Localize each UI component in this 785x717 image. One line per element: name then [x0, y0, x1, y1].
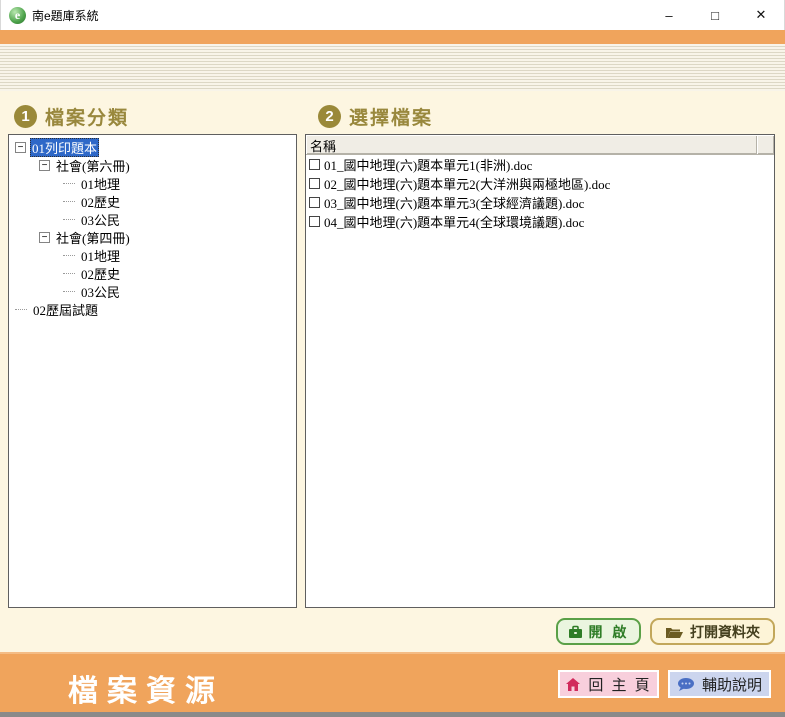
file-name-label: 03_國中地理(六)題本單元3(全球經濟議題).doc	[324, 193, 584, 212]
tree-connector	[63, 255, 75, 256]
file-name-label: 02_國中地理(六)題本單元2(大洋洲與兩極地區).doc	[324, 174, 610, 193]
tree-connector	[63, 219, 75, 220]
tree-item[interactable]: 02歷屆試題	[9, 300, 296, 318]
number-2-icon: 2	[318, 105, 341, 128]
list-header: 名稱	[306, 135, 774, 155]
help-button[interactable]: 輔助說明	[668, 670, 771, 698]
footer-title: 檔案資源	[68, 666, 224, 710]
tree-item-label[interactable]: 社會(第六冊)	[54, 156, 132, 175]
tree-item[interactable]: −社會(第四冊)	[9, 228, 296, 246]
tree-connector	[63, 291, 75, 292]
tree-item[interactable]: 02歷史	[9, 264, 296, 282]
open-folder-button-label: 打開資料夾	[690, 622, 760, 642]
title-bar: e 南e題庫系統 – □ ✕	[0, 0, 785, 30]
file-checkbox[interactable]	[309, 197, 320, 208]
home-button[interactable]: 回 主 頁	[558, 670, 659, 698]
file-checkbox[interactable]	[309, 216, 320, 227]
tree-item[interactable]: 03公民	[9, 210, 296, 228]
file-tree-panel: −01列印題本−社會(第六冊)01地理02歷史03公民−社會(第四冊)01地理0…	[8, 134, 297, 608]
tree-connector	[63, 183, 75, 184]
home-button-label: 回 主 頁	[588, 674, 651, 695]
file-name-label: 04_國中地理(六)題本單元4(全球環境議題).doc	[324, 212, 584, 231]
app-icon: e	[9, 7, 26, 24]
file-checkbox[interactable]	[309, 178, 320, 189]
tree-item-label[interactable]: 03公民	[79, 282, 122, 301]
tree-item-label[interactable]: 01列印題本	[30, 138, 99, 157]
open-button[interactable]: 開 啟	[556, 618, 641, 645]
tree-item[interactable]: 01地理	[9, 246, 296, 264]
file-list: 01_國中地理(六)題本單元1(非洲).doc02_國中地理(六)題本單元2(大…	[306, 155, 774, 231]
tree-item-label[interactable]: 01地理	[79, 174, 122, 193]
file-list-row[interactable]: 02_國中地理(六)題本單元2(大洋洲與兩極地區).doc	[306, 174, 774, 193]
file-list-panel: 名稱 01_國中地理(六)題本單元1(非洲).doc02_國中地理(六)題本單元…	[305, 134, 775, 608]
tree-item[interactable]: 01地理	[9, 174, 296, 192]
tree-item-label[interactable]: 02歷史	[79, 264, 122, 283]
tree-item[interactable]: −01列印題本	[9, 138, 296, 156]
minimize-button[interactable]: –	[646, 0, 692, 30]
section-title: 檔案分類	[45, 103, 129, 130]
file-list-row[interactable]: 03_國中地理(六)題本單元3(全球經濟議題).doc	[306, 193, 774, 212]
help-button-label: 輔助說明	[702, 674, 762, 695]
maximize-button[interactable]: □	[692, 0, 738, 30]
tree-connector	[63, 273, 75, 274]
close-button[interactable]: ✕	[738, 0, 784, 30]
tree-item[interactable]: 02歷史	[9, 192, 296, 210]
footer-button-row: 回 主 頁 輔助說明	[558, 670, 771, 698]
open-button-label: 開 啟	[589, 622, 630, 642]
file-tree: −01列印題本−社會(第六冊)01地理02歷史03公民−社會(第四冊)01地理0…	[9, 138, 296, 318]
name-column-header[interactable]: 名稱	[306, 135, 757, 154]
tree-item-label[interactable]: 02歷史	[79, 192, 122, 211]
footer-bar: 檔案資源 回 主 頁 輔助說明	[0, 652, 785, 712]
tree-connector	[63, 201, 75, 202]
section-header-classify: 1 檔案分類	[14, 103, 129, 130]
file-checkbox[interactable]	[309, 159, 320, 170]
list-header-spacer	[757, 135, 774, 154]
tree-item[interactable]: −社會(第六冊)	[9, 156, 296, 174]
striped-band	[0, 44, 785, 91]
briefcase-icon	[568, 625, 583, 639]
action-button-row: 開 啟 打開資料夾	[556, 618, 775, 645]
tree-item-label[interactable]: 社會(第四冊)	[54, 228, 132, 247]
speech-bubble-icon	[677, 677, 695, 692]
open-folder-icon	[665, 625, 684, 639]
window-controls: – □ ✕	[646, 0, 784, 30]
file-list-row[interactable]: 01_國中地理(六)題本單元1(非洲).doc	[306, 155, 774, 174]
file-name-label: 01_國中地理(六)題本單元1(非洲).doc	[324, 155, 532, 174]
section-title: 選擇檔案	[349, 103, 433, 130]
tree-expander-icon[interactable]: −	[39, 160, 50, 171]
tree-item[interactable]: 03公民	[9, 282, 296, 300]
section-header-choose: 2 選擇檔案	[318, 103, 433, 130]
tree-item-label[interactable]: 01地理	[79, 246, 122, 265]
window-bottom-edge	[0, 712, 785, 717]
tree-expander-icon[interactable]: −	[15, 142, 26, 153]
tree-item-label[interactable]: 02歷屆試題	[31, 300, 100, 319]
file-list-row[interactable]: 04_國中地理(六)題本單元4(全球環境議題).doc	[306, 212, 774, 231]
home-icon	[565, 677, 581, 692]
tree-connector	[15, 309, 27, 310]
number-1-icon: 1	[14, 105, 37, 128]
tree-expander-icon[interactable]: −	[39, 232, 50, 243]
open-folder-button[interactable]: 打開資料夾	[650, 618, 775, 645]
accent-strip	[0, 30, 785, 44]
tree-item-label[interactable]: 03公民	[79, 210, 122, 229]
window-title: 南e題庫系統	[32, 7, 99, 24]
